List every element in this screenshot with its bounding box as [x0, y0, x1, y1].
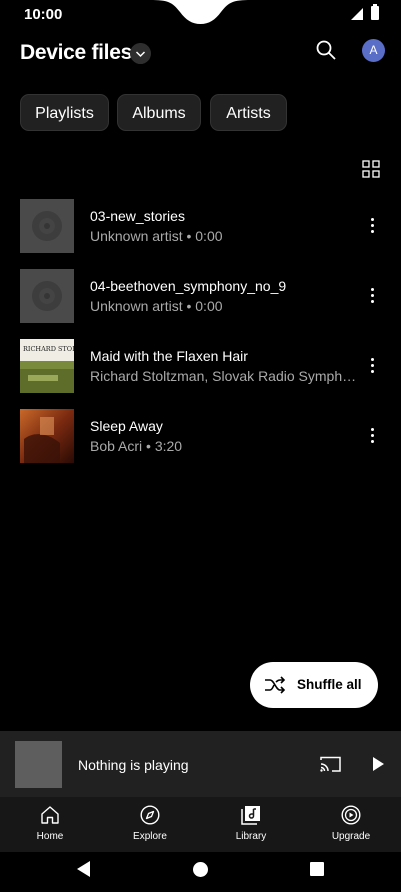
more-vert-icon[interactable] — [371, 218, 375, 234]
avatar[interactable]: A — [362, 39, 385, 62]
more-vert-icon[interactable] — [371, 358, 375, 374]
bottom-nav: Home Explore Library Upgrade — [0, 797, 401, 852]
camera-notch — [150, 0, 251, 24]
nav-library[interactable]: Library — [216, 803, 286, 848]
library-icon — [241, 806, 260, 825]
song-subtitle: Bob Acri • 3:20 — [90, 438, 183, 454]
upgrade-icon — [341, 805, 361, 825]
play-icon[interactable] — [373, 757, 384, 771]
search-icon[interactable] — [314, 38, 338, 62]
nav-home[interactable]: Home — [15, 803, 85, 848]
cast-icon[interactable] — [320, 756, 341, 772]
phone-screen: 10:00 Device files A Playlists Albums Ar… — [0, 0, 401, 892]
shuffle-all-label: Shuffle all — [297, 677, 362, 692]
battery-icon — [371, 4, 379, 20]
nav-home-label: Home — [36, 831, 64, 842]
album-art-placeholder — [20, 269, 74, 323]
system-nav-bar — [0, 852, 401, 892]
album-art — [20, 409, 74, 463]
chip-playlists[interactable]: Playlists — [20, 94, 109, 131]
song-subtitle: Richard Stoltzman, Slovak Radio Symph… — [90, 368, 357, 384]
chip-albums[interactable]: Albums — [117, 94, 201, 131]
home-icon — [41, 806, 59, 824]
chevron-down-icon[interactable] — [130, 43, 151, 64]
system-home-icon[interactable] — [193, 862, 208, 877]
system-recents-icon[interactable] — [310, 862, 324, 876]
status-time: 10:00 — [24, 6, 63, 23]
status-bar: 10:00 — [0, 0, 401, 30]
system-back-icon[interactable] — [77, 861, 90, 877]
signal-icon — [351, 8, 363, 20]
list-item[interactable]: 03-new_stories Unknown artist • 0:00 — [0, 199, 401, 265]
chip-artists[interactable]: Artists — [210, 94, 287, 131]
list-item[interactable]: RICHARD STOLTZMAN Maid with the Flaxen H… — [0, 339, 401, 405]
compass-icon — [140, 805, 160, 825]
album-art-placeholder — [20, 199, 74, 253]
album-art-text: RICHARD STOLTZMAN — [23, 345, 74, 353]
nav-upgrade-label: Upgrade — [331, 831, 371, 842]
song-subtitle: Unknown artist • 0:00 — [90, 298, 223, 314]
nav-upgrade[interactable]: Upgrade — [316, 803, 386, 848]
mini-player-art — [15, 741, 62, 788]
song-title: 04-beethoven_symphony_no_9 — [90, 278, 287, 294]
nav-explore[interactable]: Explore — [115, 803, 185, 848]
list-item[interactable]: 04-beethoven_symphony_no_9 Unknown artis… — [0, 269, 401, 335]
song-title: 03-new_stories — [90, 208, 185, 224]
nav-library-label: Library — [235, 831, 267, 842]
song-title: Maid with the Flaxen Hair — [90, 348, 248, 364]
grid-view-icon[interactable] — [362, 160, 380, 178]
more-vert-icon[interactable] — [371, 288, 375, 304]
album-art: RICHARD STOLTZMAN — [20, 339, 74, 393]
song-title: Sleep Away — [90, 418, 163, 434]
mini-player[interactable]: Nothing is playing — [0, 731, 401, 797]
page-title[interactable]: Device files — [20, 41, 132, 65]
shuffle-all-button[interactable]: Shuffle all — [250, 662, 378, 708]
shuffle-icon — [265, 676, 286, 694]
more-vert-icon[interactable] — [371, 428, 375, 444]
nav-explore-label: Explore — [133, 831, 167, 842]
song-subtitle: Unknown artist • 0:00 — [90, 228, 223, 244]
list-item[interactable]: Sleep Away Bob Acri • 3:20 — [0, 409, 401, 475]
mini-player-text: Nothing is playing — [78, 757, 189, 773]
